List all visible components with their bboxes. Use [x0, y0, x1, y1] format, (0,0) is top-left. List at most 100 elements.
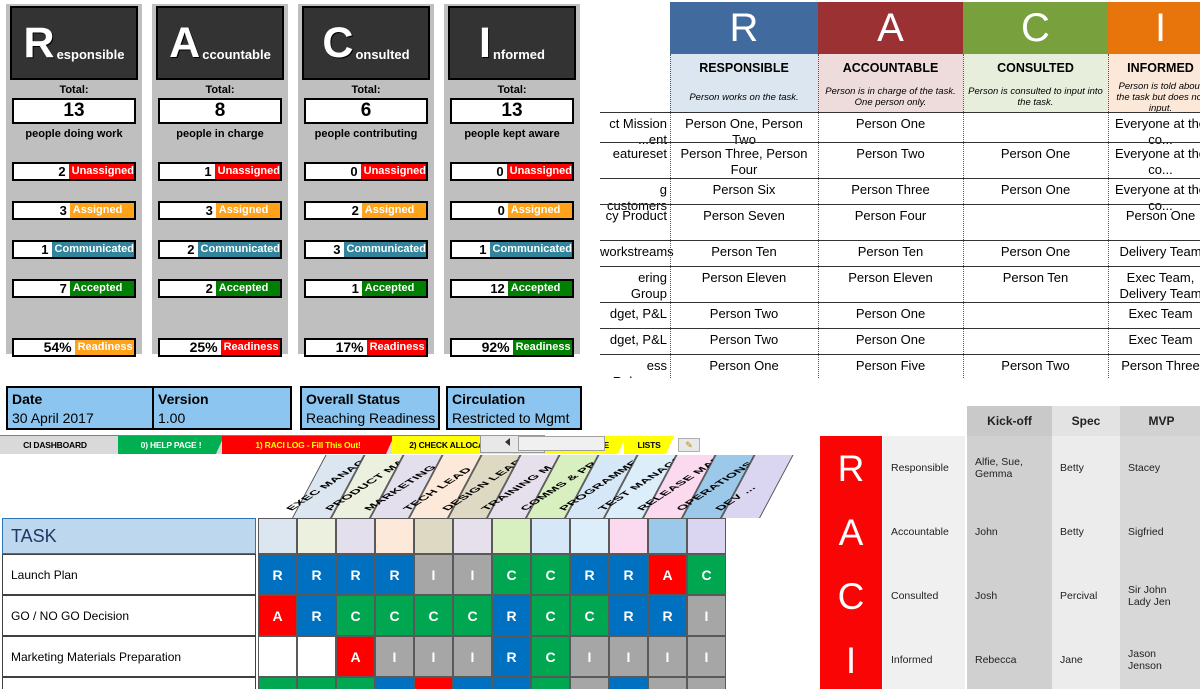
- raci-row-i-8: Person Three: [1121, 358, 1200, 373]
- raci-cell-r1c6[interactable]: R: [492, 595, 531, 636]
- raci-cell-r2c3[interactable]: I: [375, 636, 414, 677]
- stat-label: Accepted: [69, 281, 134, 296]
- raci-cell-r1c8[interactable]: C: [570, 595, 609, 636]
- raci-cell-r0c1[interactable]: R: [297, 554, 336, 595]
- raci-cell-r2c6[interactable]: R: [492, 636, 531, 677]
- stat-row-assigned: 3 Assigned: [158, 201, 282, 220]
- stat-count: 1: [452, 242, 490, 257]
- raci-cell-r0c3[interactable]: R: [375, 554, 414, 595]
- raci-cell-r1c11[interactable]: I: [687, 595, 726, 636]
- raci-cell-r3c7[interactable]: C: [531, 677, 570, 689]
- raci-cell-r2c11[interactable]: I: [687, 636, 726, 677]
- raci-header-letter-i: I: [1108, 2, 1200, 54]
- info-title: Date: [12, 391, 43, 407]
- raci-cell-r0c9[interactable]: R: [609, 554, 648, 595]
- sheet-tab-2[interactable]: 1) RACI LOG - Fill This Out!: [222, 436, 394, 454]
- card-letter-rest: onsulted: [355, 47, 410, 62]
- stat-count: 1: [306, 281, 362, 296]
- raci-cell-r0c2[interactable]: R: [336, 554, 375, 595]
- raci-cell-r0c4[interactable]: I: [414, 554, 453, 595]
- raci-cell-r3c0[interactable]: C: [258, 677, 297, 689]
- raci-cell-r3c4[interactable]: A: [414, 677, 453, 689]
- card-header-i: Informed: [448, 6, 576, 80]
- column-header-base-0: [258, 518, 297, 554]
- raci-header-name-i: INFORMED: [1108, 54, 1200, 82]
- info-title: Overall Status: [306, 391, 401, 407]
- readiness-label: Readiness: [366, 340, 426, 355]
- raci-cell-r3c5[interactable]: R: [453, 677, 492, 689]
- raci-row-task-1: eatureset: [612, 146, 667, 161]
- raci-cell-r0c11[interactable]: C: [687, 554, 726, 595]
- stat-count: 1: [14, 242, 52, 257]
- stat-row-communicated: 3 Communicated: [304, 240, 428, 259]
- stat-label: Unassigned: [68, 164, 134, 179]
- card-big-letter: A: [169, 18, 201, 67]
- raci-cell-r0c8[interactable]: R: [570, 554, 609, 595]
- raci-cell-r2c10[interactable]: I: [648, 636, 687, 677]
- legend-word-1: Accountable: [883, 500, 965, 564]
- raci-cell-r1c9[interactable]: R: [609, 595, 648, 636]
- raci-row-i-4: Delivery Team: [1119, 244, 1200, 259]
- raci-cell-r0c6[interactable]: C: [492, 554, 531, 595]
- raci-cell-r2c9[interactable]: I: [609, 636, 648, 677]
- info-box-circulation: Circulation Restricted to Mgmt: [446, 386, 582, 430]
- raci-cell-r2c4[interactable]: I: [414, 636, 453, 677]
- legend-cell-r1c2: Sigfried: [1120, 500, 1200, 564]
- raci-cell-r2c2[interactable]: A: [336, 636, 375, 677]
- raci-cell-r3c11[interactable]: I: [687, 677, 726, 689]
- card-subtitle: people contributing: [314, 128, 418, 140]
- raci-cell-r0c10[interactable]: A: [648, 554, 687, 595]
- task-row-label-0: Launch Plan: [2, 554, 256, 595]
- raci-cell-r2c5[interactable]: I: [453, 636, 492, 677]
- raci-cell-r0c7[interactable]: C: [531, 554, 570, 595]
- horizontal-scrollbar[interactable]: [518, 436, 605, 451]
- raci-allocation-grid[interactable]: EXEC MANAGER PRODUCT MA... MARKETING TECH L…: [0, 455, 805, 689]
- raci-cell-r1c4[interactable]: C: [414, 595, 453, 636]
- new-sheet-icon[interactable]: ✎: [678, 438, 700, 452]
- raci-row-c-6: [963, 302, 1108, 328]
- raci-cell-r1c0[interactable]: A: [258, 595, 297, 636]
- raci-cell-r3c10[interactable]: I: [648, 677, 687, 689]
- column-header-base-6: [492, 518, 531, 554]
- info-title: Circulation: [452, 391, 526, 407]
- tab-scroll-left-arrow[interactable]: [505, 438, 510, 446]
- raci-cell-r0c5[interactable]: I: [453, 554, 492, 595]
- raci-header-name-c: CONSULTED: [963, 54, 1108, 82]
- column-header-base-9: [609, 518, 648, 554]
- legend-letter-i: I: [820, 628, 882, 689]
- legend-letter-a: A: [820, 500, 882, 564]
- raci-cell-r1c3[interactable]: C: [375, 595, 414, 636]
- stat-label: Accepted: [507, 281, 572, 296]
- raci-cell-r1c5[interactable]: C: [453, 595, 492, 636]
- sheet-tab-0[interactable]: CI DASHBOARD: [0, 436, 120, 454]
- raci-cell-r3c9[interactable]: R: [609, 677, 648, 689]
- raci-cell-r0c0[interactable]: R: [258, 554, 297, 595]
- info-value: 30 April 2017: [12, 410, 94, 426]
- raci-cell-r1c2[interactable]: C: [336, 595, 375, 636]
- raci-cell-r1c10[interactable]: R: [648, 595, 687, 636]
- task-column-header: TASK: [2, 518, 256, 554]
- raci-cell-r2c7[interactable]: C: [531, 636, 570, 677]
- raci-cell-r2c8[interactable]: I: [570, 636, 609, 677]
- raci-cell-r3c3[interactable]: R: [375, 677, 414, 689]
- raci-cell-r3c8[interactable]: I: [570, 677, 609, 689]
- raci-cell-r3c1[interactable]: C: [297, 677, 336, 689]
- total-label: Total:: [59, 84, 89, 96]
- raci-cell-r1c1[interactable]: R: [297, 595, 336, 636]
- card-header-c: Consulted: [302, 6, 430, 80]
- legend-letter-c: C: [820, 564, 882, 628]
- raci-cell-r2c1[interactable]: [297, 636, 336, 677]
- sheet-tab-5[interactable]: LISTS: [624, 436, 674, 454]
- stat-row-communicated: 1 Communicated: [12, 240, 136, 259]
- sheet-tab-1[interactable]: 0) HELP PAGE !: [118, 436, 224, 454]
- sheet-tab-bar[interactable]: CI DASHBOARD 0) HELP PAGE ! 1) RACI LOG - …: [0, 435, 700, 454]
- raci-cell-r1c7[interactable]: C: [531, 595, 570, 636]
- raci-row-r-3: Person Seven: [703, 208, 785, 223]
- raci-row-c-3: [963, 204, 1108, 240]
- stat-count: 12: [452, 281, 508, 296]
- raci-cell-r3c6[interactable]: R: [492, 677, 531, 689]
- raci-cell-r2c0[interactable]: [258, 636, 297, 677]
- raci-row-task-2: g customers: [607, 182, 667, 213]
- raci-cell-r3c2[interactable]: C: [336, 677, 375, 689]
- card-letter-rest: nformed: [492, 47, 545, 62]
